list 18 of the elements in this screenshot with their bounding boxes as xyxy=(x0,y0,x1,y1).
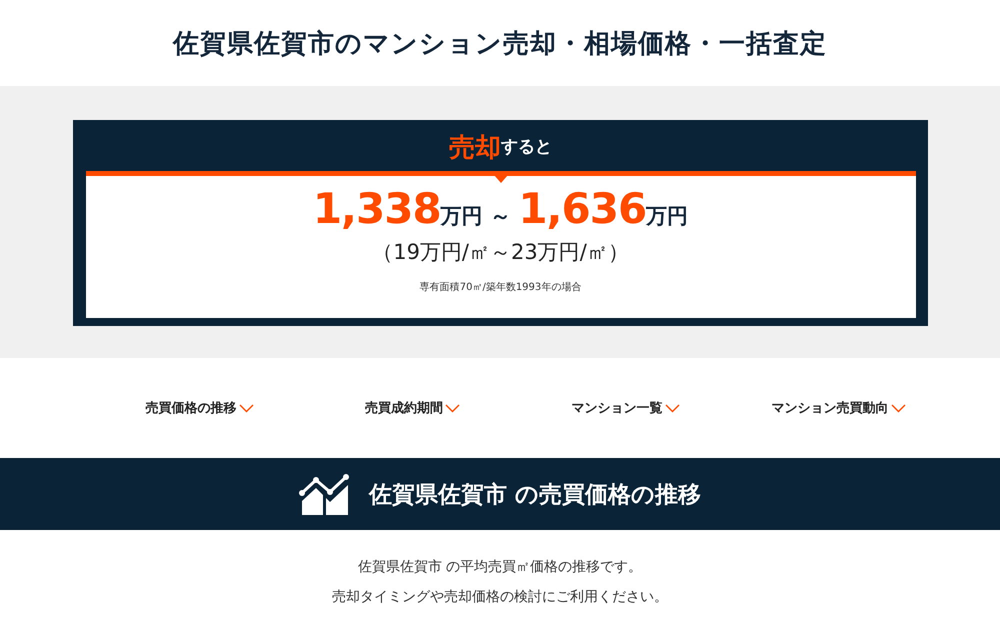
estimate-condition: 専有面積70㎡/築年数1993年の場合 xyxy=(420,280,582,294)
price-range: 1,338万円 ～ 1,636万円 xyxy=(312,186,688,232)
chevron-down-icon xyxy=(664,404,680,412)
price-per-sqm: （19万円/㎡～23万円/㎡） xyxy=(372,239,629,266)
nav-link[interactable]: マンション売買動向 xyxy=(772,399,906,417)
nav-link[interactable]: マンション一覧 xyxy=(572,399,680,417)
page-title: 佐賀県佐賀市のマンション売却・相場価格・一括査定 xyxy=(173,28,827,60)
estimate-heading: 売却すると xyxy=(448,132,553,164)
pointer-icon xyxy=(494,175,508,183)
chart-icon xyxy=(298,473,351,515)
nav-link[interactable]: 売買成約期間 xyxy=(365,399,460,417)
section-title: 佐賀県佐賀市 の売買価格の推移 xyxy=(368,480,701,510)
nav-link[interactable]: 売買価格の推移 xyxy=(146,399,254,417)
description-text: 売却タイミングや売却価格の検討にご利用ください。 xyxy=(332,588,668,607)
chevron-down-icon xyxy=(890,404,906,412)
chevron-down-icon xyxy=(238,404,254,412)
description-text: 佐賀県佐賀市 の平均売買㎡価格の推移です。 xyxy=(358,558,642,577)
chevron-down-icon xyxy=(445,404,460,412)
